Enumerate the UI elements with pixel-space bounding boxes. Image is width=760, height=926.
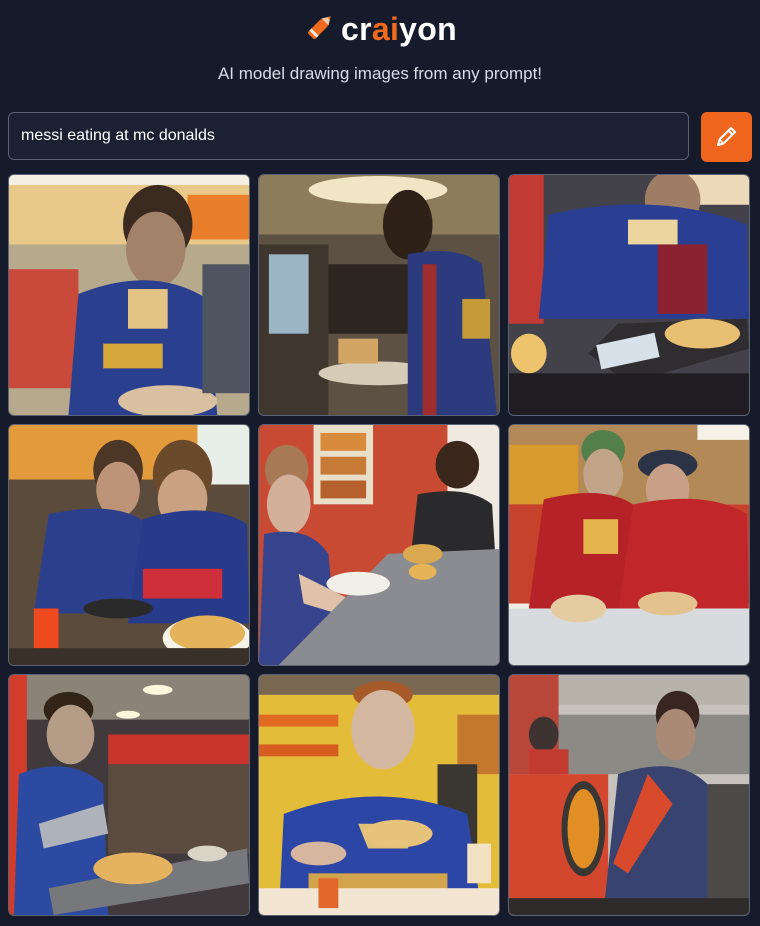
result-image-2[interactable] — [258, 174, 500, 416]
tagline: AI model drawing images from any prompt! — [217, 64, 543, 83]
result-image-3[interactable] — [508, 174, 750, 416]
crayon-icon — [303, 10, 337, 49]
pencil-icon — [714, 123, 740, 152]
logo-text: craiyon — [341, 11, 457, 47]
draw-button[interactable] — [701, 112, 752, 162]
result-image-4[interactable] — [8, 424, 250, 666]
search-bar — [8, 112, 752, 162]
result-image-9[interactable] — [508, 674, 750, 916]
result-image-5[interactable] — [258, 424, 500, 666]
result-image-6[interactable] — [508, 424, 750, 666]
result-image-7[interactable] — [8, 674, 250, 916]
header: craiyon AI model drawing images from any… — [0, 0, 760, 110]
result-image-1[interactable] — [8, 174, 250, 416]
logo[interactable]: craiyon — [0, 10, 760, 49]
prompt-input[interactable] — [8, 112, 689, 160]
results-grid — [8, 174, 750, 916]
result-image-8[interactable] — [258, 674, 500, 916]
